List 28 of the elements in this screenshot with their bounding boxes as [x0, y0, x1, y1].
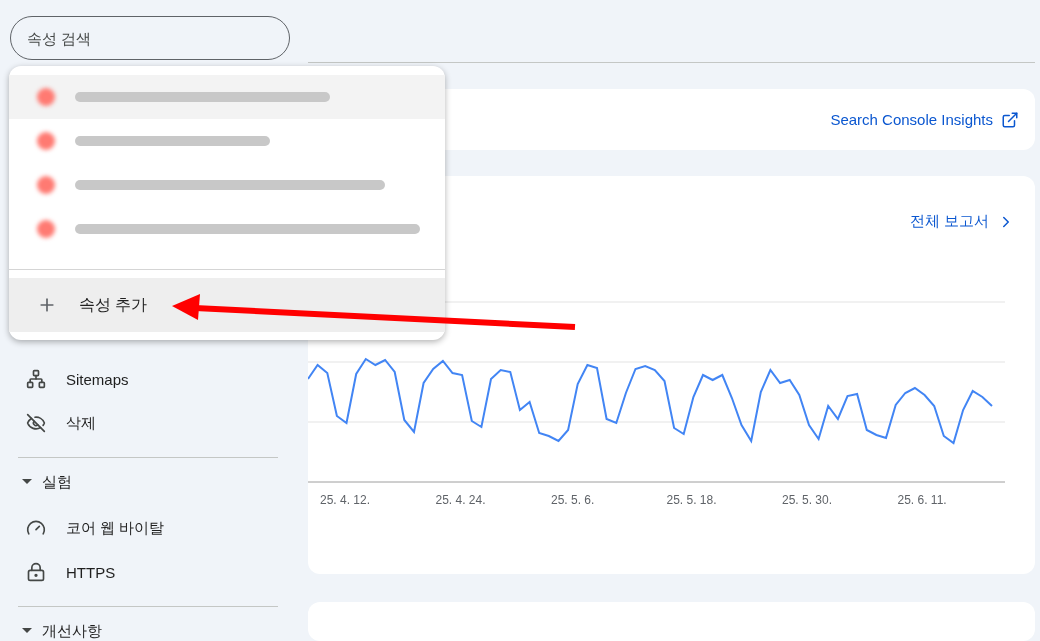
caret-icon[interactable]	[22, 479, 32, 485]
gauge-icon	[26, 518, 46, 538]
section-title[interactable]: 개선사항	[42, 621, 102, 641]
external-link-icon	[1001, 110, 1019, 129]
favicon-icon	[37, 88, 55, 106]
search-field[interactable]: 속성 검색	[10, 16, 290, 60]
section-title[interactable]: 실험	[42, 472, 72, 492]
lock-icon	[26, 562, 46, 582]
axis-label: 25. 4. 24.	[435, 493, 487, 507]
report-link[interactable]: 전체 보고서	[909, 212, 1015, 231]
sitemap-icon	[26, 369, 46, 389]
insights-link[interactable]: Search Console Insights	[830, 110, 1019, 129]
axis-label: 25. 5. 30.	[782, 493, 834, 507]
nav-item[interactable]: HTTPS	[66, 563, 116, 581]
axis-label: 25. 5. 6.	[551, 493, 596, 507]
favicon-icon	[37, 220, 55, 238]
nav-item[interactable]: 코어 웹 바이탈	[66, 518, 165, 538]
eye-off-icon	[26, 413, 46, 433]
nav-item[interactable]: 삭제	[66, 413, 96, 433]
axis-label: 25. 6. 11.	[897, 493, 948, 507]
property-item[interactable]	[9, 75, 445, 119]
caret-icon[interactable]	[22, 628, 32, 634]
axis-label: 25. 5. 18.	[666, 493, 718, 507]
add-property-item[interactable]: 속성 추가	[9, 278, 445, 332]
nav-item[interactable]: Sitemaps	[66, 370, 129, 388]
favicon-icon	[37, 132, 55, 150]
favicon-icon	[37, 176, 55, 194]
axis-label: 25. 4. 12.	[320, 493, 372, 507]
